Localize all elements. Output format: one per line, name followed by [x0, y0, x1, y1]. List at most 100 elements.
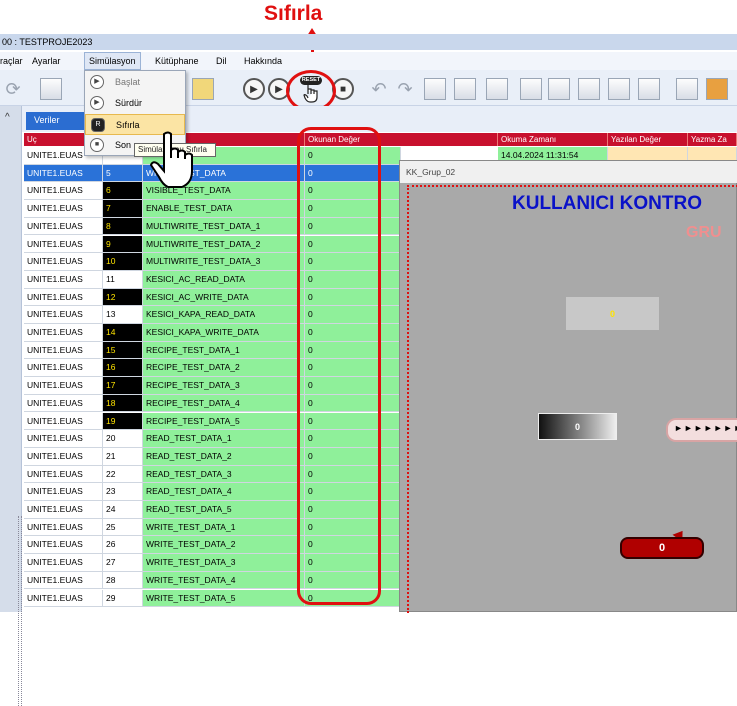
cell-name[interactable]: RECIPE_TEST_DATA_3 — [143, 377, 305, 395]
group-icon[interactable] — [578, 78, 600, 100]
cell-uc[interactable]: UNITE1.EUAS — [24, 571, 103, 590]
cell-name[interactable]: MULTIWRITE_TEST_DATA_1 — [143, 217, 305, 236]
menu-item-hakkinda[interactable]: Hakkında — [244, 52, 282, 70]
menu-item-ayarlar[interactable]: Ayarlar — [32, 52, 60, 70]
cell-name[interactable]: KESICI_AC_READ_DATA — [143, 270, 305, 289]
redo-icon[interactable]: ↷ — [394, 78, 416, 100]
cell-uc[interactable]: UNITE1.EUAS — [24, 359, 103, 378]
cell-id[interactable]: 23 — [103, 483, 143, 501]
col-header-yazilan[interactable]: Yazılan Değer — [608, 133, 688, 146]
cell-name[interactable]: RECIPE_TEST_DATA_5 — [143, 412, 305, 431]
building-icon[interactable] — [676, 78, 698, 100]
cell-name[interactable]: KESICI_KAPA_WRITE_DATA — [143, 324, 305, 342]
cell-name[interactable]: READ_TEST_DATA_4 — [143, 483, 305, 501]
add-icon[interactable] — [40, 78, 62, 100]
cell-uc[interactable]: UNITE1.EUAS — [24, 483, 103, 501]
cell-id[interactable]: 22 — [103, 465, 143, 484]
cell-uc[interactable]: UNITE1.EUAS — [24, 217, 103, 236]
col-header-yazma[interactable]: Yazma Za — [688, 133, 737, 146]
cell-uc[interactable]: UNITE1.EUAS — [24, 536, 103, 555]
cell-id[interactable]: 14 — [103, 324, 143, 342]
lock-icon[interactable] — [192, 78, 214, 100]
refresh-icon[interactable]: ⟳ — [2, 78, 24, 100]
ungroup-icon[interactable] — [608, 78, 630, 100]
value-box-2[interactable]: 0 — [538, 413, 617, 440]
play-icon[interactable]: ▶ — [243, 78, 265, 100]
cell-id[interactable]: 10 — [103, 253, 143, 271]
cell-uc[interactable]: UNITE1.EUAS — [24, 235, 103, 254]
cell-name[interactable]: KESICI_AC_WRITE_DATA — [143, 288, 305, 307]
cell-id[interactable]: 24 — [103, 501, 143, 519]
cell-uc[interactable]: UNITE1.EUAS — [24, 288, 103, 307]
cell-uc[interactable]: UNITE1.EUAS — [24, 554, 103, 572]
cell-id[interactable]: 5 — [103, 164, 143, 183]
cell-id[interactable]: 20 — [103, 430, 143, 448]
cell-id[interactable]: 8 — [103, 217, 143, 236]
menu-item-kutuphane[interactable]: Kütüphane — [155, 52, 199, 70]
cell-uc[interactable]: UNITE1.EUAS — [24, 430, 103, 448]
cell-uc[interactable]: UNITE1.EUAS — [24, 341, 103, 360]
menu-item-dil[interactable]: Dil — [216, 52, 227, 70]
cell-name[interactable]: RECIPE_TEST_DATA_4 — [143, 394, 305, 413]
cell-id[interactable]: 7 — [103, 200, 143, 218]
cell-name[interactable]: WRITE_TEST_DATA_4 — [143, 571, 305, 590]
cell-uc[interactable]: UNITE1.EUAS — [24, 182, 103, 201]
cell-name[interactable]: MULTIWRITE_TEST_DATA_3 — [143, 253, 305, 271]
cell-name[interactable]: READ_TEST_DATA_5 — [143, 501, 305, 519]
package-icon[interactable] — [706, 78, 728, 100]
col-header-okuma-zamani[interactable]: Okuma Zamanı — [498, 133, 608, 146]
cell-uc[interactable]: UNITE1.EUAS — [24, 518, 103, 537]
cell-id[interactable]: 11 — [103, 270, 143, 289]
splitter-handle[interactable] — [18, 516, 22, 706]
cell-uc[interactable]: UNITE1.EUAS — [24, 270, 103, 289]
cell-uc[interactable]: UNITE1.EUAS — [24, 501, 103, 519]
value-box-1[interactable]: 0 — [566, 297, 659, 330]
cell-id[interactable]: 13 — [103, 306, 143, 324]
cell-name[interactable]: READ_TEST_DATA_3 — [143, 465, 305, 484]
cell-name[interactable]: ENABLE_TEST_DATA — [143, 200, 305, 218]
cell-id[interactable]: 25 — [103, 518, 143, 537]
chevron-up-icon[interactable]: ^ — [5, 112, 10, 123]
cell-name[interactable]: KESICI_KAPA_READ_DATA — [143, 306, 305, 324]
cell-uc[interactable]: UNITE1.EUAS — [24, 394, 103, 413]
cell-name[interactable]: READ_TEST_DATA_1 — [143, 430, 305, 448]
list-icon[interactable] — [638, 78, 660, 100]
cell-id[interactable]: 16 — [103, 359, 143, 378]
menu-item-araclar[interactable]: raçlar — [0, 52, 23, 70]
arrow-indicator[interactable]: ►►►►►►► — [666, 418, 737, 442]
panel-title[interactable]: KK_Grup_02 — [400, 161, 737, 183]
align-icon[interactable] — [486, 78, 508, 100]
front-icon[interactable] — [520, 78, 542, 100]
cell-uc[interactable]: UNITE1.EUAS — [24, 164, 103, 183]
cell-uc[interactable]: UNITE1.EUAS — [24, 377, 103, 395]
cell-uc[interactable]: UNITE1.EUAS — [24, 200, 103, 218]
cell-name[interactable]: RECIPE_TEST_DATA_2 — [143, 359, 305, 378]
value-badge[interactable]: 0 — [620, 537, 704, 559]
cell-name[interactable]: WRITE_TEST_DATA_2 — [143, 536, 305, 555]
copy-icon[interactable] — [424, 78, 446, 100]
cell-id[interactable]: 19 — [103, 412, 143, 431]
cell-id[interactable]: 6 — [103, 182, 143, 201]
cell-uc[interactable]: UNITE1.EUAS — [24, 253, 103, 271]
back-icon[interactable] — [548, 78, 570, 100]
paste-icon[interactable] — [454, 78, 476, 100]
cell-name[interactable]: READ_TEST_DATA_2 — [143, 447, 305, 466]
cell-id[interactable]: 12 — [103, 288, 143, 307]
cell-uc[interactable]: UNITE1.EUAS — [24, 465, 103, 484]
menu-surdur[interactable]: ▶ Sürdür — [85, 93, 185, 114]
cell-id[interactable]: 17 — [103, 377, 143, 395]
cell-uc[interactable]: UNITE1.EUAS — [24, 324, 103, 342]
cell-uc[interactable]: UNITE1.EUAS — [24, 412, 103, 431]
undo-icon[interactable]: ↶ — [368, 78, 390, 100]
cell-id[interactable]: 29 — [103, 589, 143, 608]
cell-uc[interactable]: UNITE1.EUAS — [24, 306, 103, 324]
cell-id[interactable]: 26 — [103, 536, 143, 555]
cell-id[interactable]: 27 — [103, 554, 143, 572]
cell-id[interactable]: 9 — [103, 235, 143, 254]
cell-uc[interactable]: UNITE1.EUAS — [24, 447, 103, 466]
cell-name[interactable]: MULTIWRITE_TEST_DATA_2 — [143, 235, 305, 254]
cell-name[interactable]: RECIPE_TEST_DATA_1 — [143, 341, 305, 360]
cell-name[interactable]: WRITE_TEST_DATA_5 — [143, 589, 305, 608]
cell-id[interactable]: 28 — [103, 571, 143, 590]
menu-item-simulasyon[interactable]: Simülasyon — [84, 52, 141, 70]
